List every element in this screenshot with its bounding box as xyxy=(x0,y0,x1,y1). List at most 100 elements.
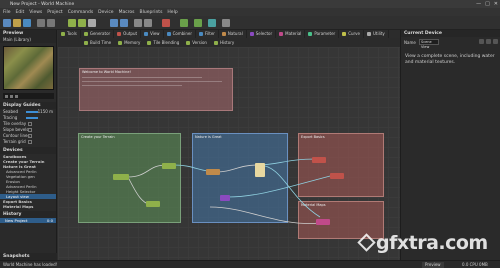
group-icon[interactable] xyxy=(194,19,202,27)
wire[interactable] xyxy=(257,164,321,218)
pin-icon[interactable] xyxy=(479,39,484,44)
node-perlin[interactable] xyxy=(146,201,160,207)
menu-project[interactable]: Project xyxy=(47,10,62,15)
wire[interactable] xyxy=(127,164,167,178)
view-3d-icon[interactable] xyxy=(120,19,128,27)
help-icon[interactable] xyxy=(486,39,491,44)
version-toggle[interactable]: Version xyxy=(184,40,209,45)
history-header[interactable]: History xyxy=(0,211,56,218)
redo-icon[interactable] xyxy=(47,19,55,27)
maximize-icon[interactable]: □ xyxy=(485,1,490,7)
device-graph-canvas[interactable]: Welcome to World Machine! Create your Te… xyxy=(58,47,400,260)
settings-icon[interactable] xyxy=(208,19,216,27)
snapshots-header[interactable]: Snapshots xyxy=(0,253,57,260)
history-toggle[interactable]: History xyxy=(212,40,236,45)
tab-parameter[interactable]: Parameter xyxy=(305,30,340,38)
tile-overlay-checkbox[interactable] xyxy=(28,122,32,126)
tab-combiner[interactable]: Combiner xyxy=(164,30,197,38)
preview-source-select[interactable]: Main (Library) xyxy=(0,37,56,43)
layout-icon[interactable] xyxy=(134,19,142,27)
open-icon[interactable] xyxy=(13,19,21,27)
wire[interactable] xyxy=(209,206,321,224)
current-device-header[interactable]: Current Device xyxy=(401,30,500,37)
guide-label: Tracing xyxy=(3,115,18,120)
new-icon[interactable] xyxy=(3,19,11,27)
guide-label: Contour lines xyxy=(3,133,30,138)
tab-filter[interactable]: Filter xyxy=(196,30,219,38)
terrain-grid-checkbox[interactable] xyxy=(28,140,32,144)
preview-header[interactable]: Preview xyxy=(0,30,56,37)
node-erosion[interactable] xyxy=(206,169,220,175)
node-selector[interactable] xyxy=(220,195,230,201)
tracing-slider[interactable] xyxy=(26,117,38,119)
build-all-icon[interactable] xyxy=(78,19,86,27)
wire[interactable] xyxy=(257,158,317,166)
device-tabs: Tools Generator Output View Combiner Fil… xyxy=(58,30,400,38)
preview-refresh-icon[interactable] xyxy=(10,94,13,98)
view-icon xyxy=(144,32,149,36)
help-icon[interactable] xyxy=(222,19,230,27)
menu-edit[interactable]: Edit xyxy=(16,10,25,15)
tab-utility[interactable]: Utility xyxy=(364,30,389,38)
node-layout[interactable] xyxy=(255,163,265,177)
tab-output[interactable]: Output xyxy=(114,30,142,38)
utility-icon xyxy=(367,32,371,36)
devices-header[interactable]: Devices xyxy=(0,147,56,154)
memory-toggle[interactable]: Memory xyxy=(116,40,142,45)
close-icon[interactable]: ✕ xyxy=(494,1,498,7)
tab-view[interactable]: View xyxy=(141,30,164,38)
tab-tools[interactable]: Tools xyxy=(58,30,81,38)
menu-views[interactable]: Views xyxy=(29,10,42,15)
node-advanced-perlin[interactable] xyxy=(162,163,176,169)
node-height-output[interactable] xyxy=(312,157,326,163)
seabed-slider[interactable] xyxy=(26,111,38,113)
menu-help[interactable]: Help xyxy=(167,10,177,15)
tile-blending-toggle[interactable]: Tile Blending xyxy=(145,40,181,45)
wire[interactable] xyxy=(227,174,335,198)
tab-label: Output xyxy=(123,31,138,36)
tiles-icon[interactable] xyxy=(144,19,152,27)
view-2d-icon[interactable] xyxy=(110,19,118,27)
menu-device[interactable]: Device xyxy=(98,10,113,15)
preview-zoom-icon[interactable] xyxy=(15,94,18,98)
tab-material[interactable]: Material xyxy=(276,30,306,38)
build-time-toggle[interactable]: Build Time xyxy=(82,40,113,45)
terrain-preview-image[interactable] xyxy=(3,46,54,90)
guide-label: Slope bevels xyxy=(3,127,29,132)
history-item-label: New Project xyxy=(5,218,28,223)
menu-macros[interactable]: Macros xyxy=(119,10,135,15)
status-bar: World Machine has loaded! Preview 0.0 CP… xyxy=(0,260,500,268)
device-name-field[interactable]: Scene View xyxy=(419,39,439,49)
tab-selector[interactable]: Selector xyxy=(247,30,277,38)
left-panel: Preview Main (Library) Display Guides Se… xyxy=(0,30,57,260)
contour-lines-checkbox[interactable] xyxy=(28,134,32,138)
tab-label: Tools xyxy=(67,31,77,36)
macro-icon[interactable] xyxy=(180,19,188,27)
export-icon[interactable] xyxy=(162,19,170,27)
settings-icon[interactable] xyxy=(493,39,498,44)
menu-blueprints[interactable]: Blueprints xyxy=(140,10,163,15)
right-panel: Current Device Name Scene View View a co… xyxy=(400,30,500,260)
device-actions xyxy=(479,39,498,44)
menu-file[interactable]: File xyxy=(3,10,11,15)
node-material[interactable] xyxy=(316,219,330,225)
window-title: New Project - World Machine xyxy=(10,1,75,7)
wire[interactable] xyxy=(215,164,259,173)
minimize-icon[interactable]: — xyxy=(476,1,481,7)
slope-bevels-checkbox[interactable] xyxy=(28,128,32,132)
tab-curve[interactable]: Curve xyxy=(339,30,364,38)
preview-button[interactable]: Preview xyxy=(422,262,444,268)
tab-generator[interactable]: Generator xyxy=(81,30,115,38)
history-item[interactable]: New Project 0:0 xyxy=(0,218,56,223)
node-generator[interactable] xyxy=(113,174,129,180)
stop-icon[interactable] xyxy=(88,19,96,27)
node-color-output[interactable] xyxy=(330,173,344,179)
undo-icon[interactable] xyxy=(37,19,45,27)
device-item[interactable]: Material Maps xyxy=(0,204,56,209)
build-icon[interactable] xyxy=(68,19,76,27)
tab-natural[interactable]: Natural xyxy=(219,30,247,38)
preview-mode-icon[interactable] xyxy=(5,94,8,98)
display-guides-header[interactable]: Display Guides xyxy=(0,102,56,109)
menu-commands[interactable]: Commands xyxy=(68,10,93,15)
save-icon[interactable] xyxy=(23,19,31,27)
